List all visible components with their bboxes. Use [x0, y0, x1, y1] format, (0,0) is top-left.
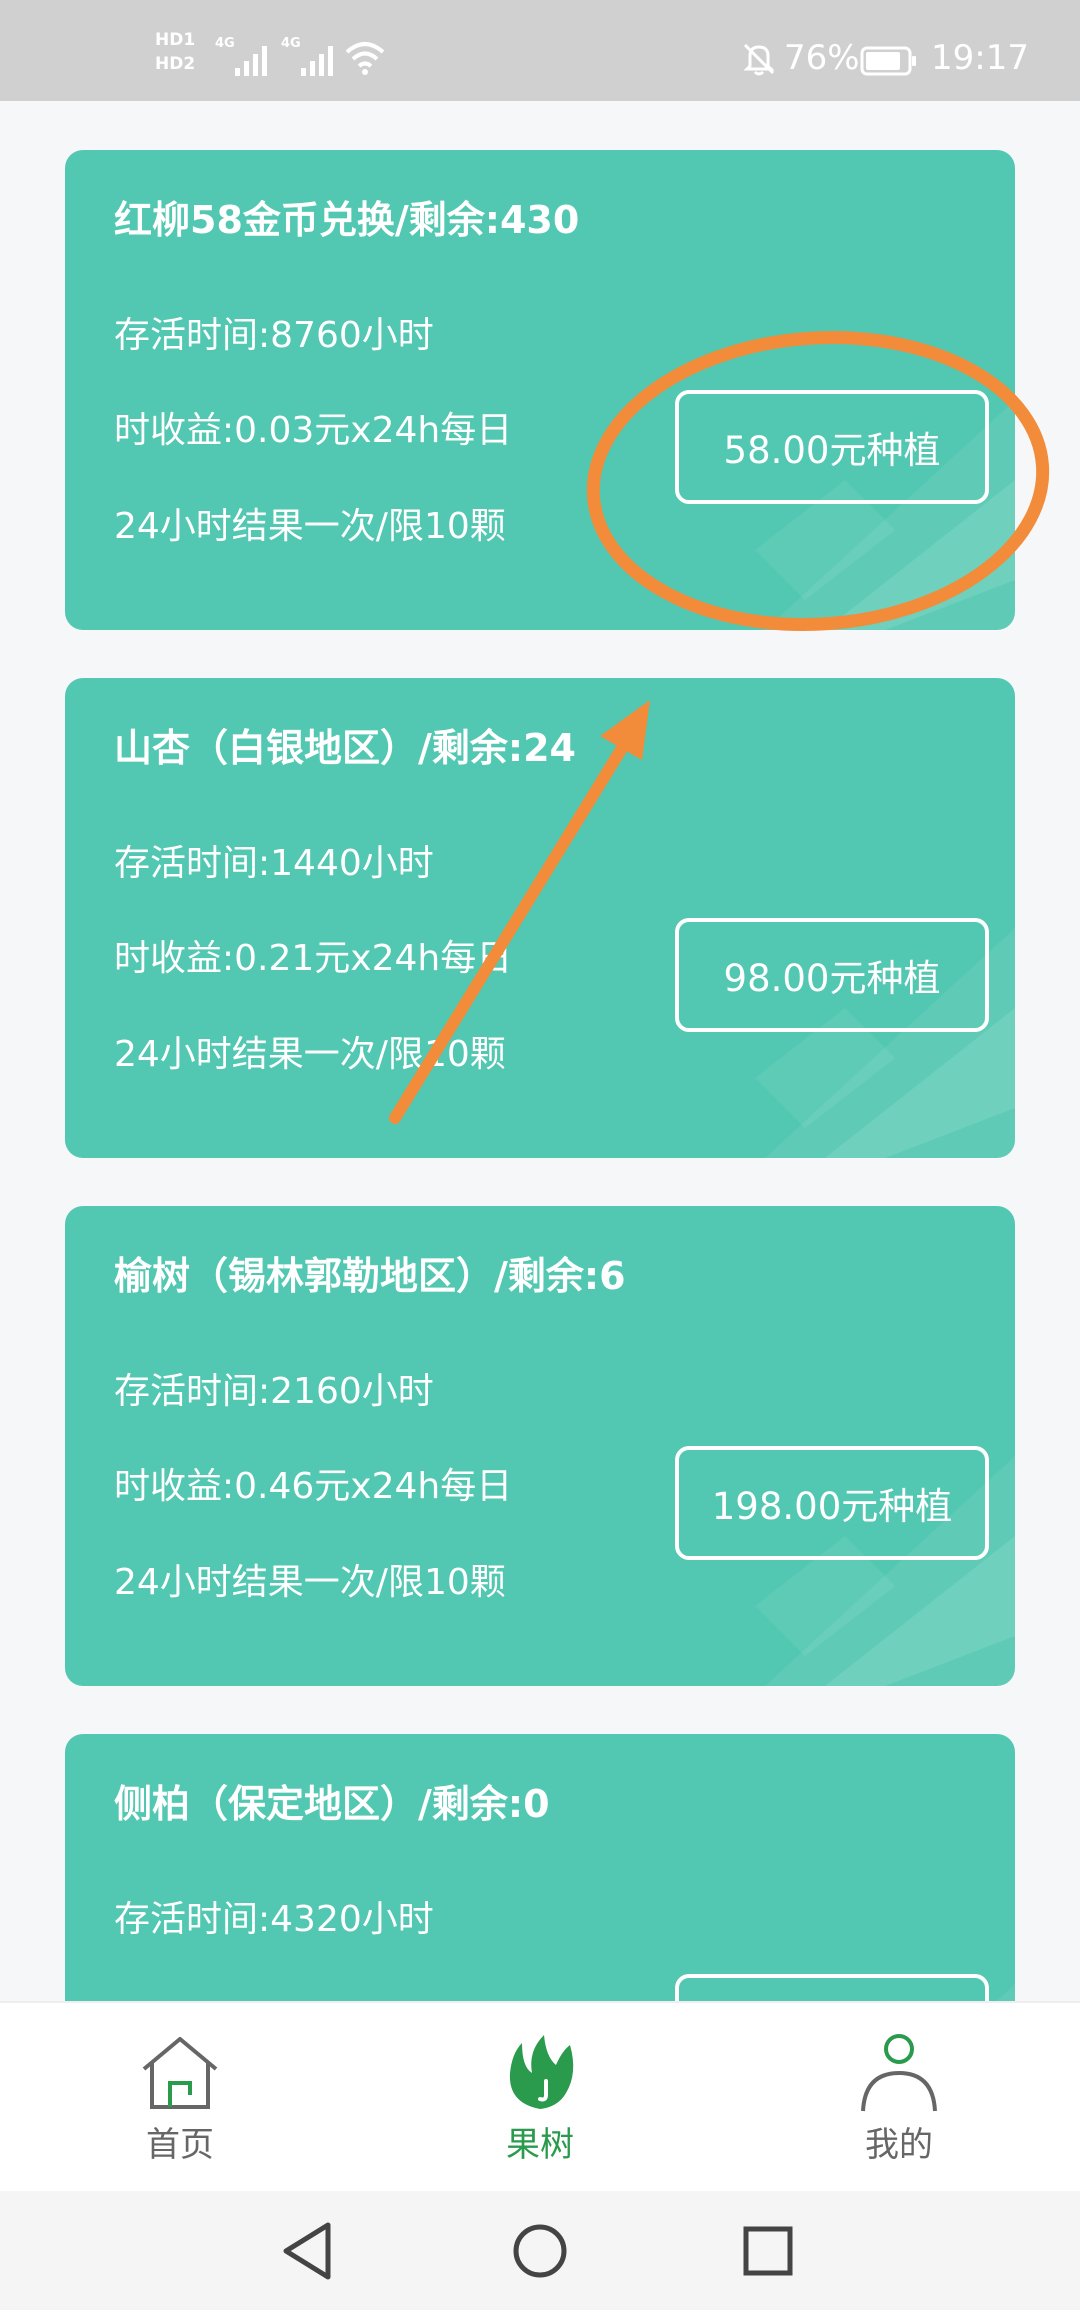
- tree-card: 山杏（白银地区）/剩余:24 存活时间:1440小时 时收益:0.21元x24h…: [65, 678, 1015, 1158]
- battery-percent: 76%: [784, 38, 860, 78]
- card-title: 红柳58金币兑换/剩余:430: [114, 198, 580, 242]
- mute-bell-icon: [743, 43, 775, 76]
- survival-time: 存活时间:8760小时: [114, 315, 434, 356]
- card-title: 侧柏（保定地区）/剩余:0: [114, 1782, 550, 1826]
- hourly-income: 时收益:0.03元x24h每日: [114, 410, 513, 451]
- nav-label-fruit-trees: 果树: [506, 2125, 574, 2165]
- card-title: 榆树（锡林郭勒地区）/剩余:6: [114, 1254, 626, 1298]
- nav-item-mine[interactable]: 我的: [799, 2003, 999, 2193]
- clock: 19:17: [931, 38, 1029, 78]
- fruit-info: 24小时结果一次/限10颗: [114, 506, 506, 547]
- sim1-label: HD1: [155, 30, 196, 50]
- card-decoration: [996, 1984, 1015, 2001]
- network-type-2: 4G: [281, 36, 301, 51]
- sim-indicators: HD1 HD2: [155, 28, 195, 76]
- card-title: 山杏（白银地区）/剩余:24: [114, 726, 576, 770]
- tree-card: 榆树（锡林郭勒地区）/剩余:6 存活时间:2160小时 时收益:0.46元x24…: [65, 1206, 1015, 1686]
- home-icon: [142, 2037, 218, 2109]
- tree-list[interactable]: 红柳58金币兑换/剩余:430 存活时间:8760小时 时收益:0.03元x24…: [0, 101, 1080, 2001]
- nav-item-fruit-trees[interactable]: 果树: [440, 2003, 640, 2193]
- fruit-info: 24小时结果一次/限10颗: [114, 1562, 506, 1603]
- recents-square-icon[interactable]: [728, 2211, 808, 2291]
- leaf-icon: [509, 2035, 574, 2109]
- tree-card: 侧柏（保定地区）/剩余:0 存活时间:4320小时: [65, 1734, 1015, 2001]
- plant-button[interactable]: 198.00元种植: [675, 1446, 989, 1560]
- survival-time: 存活时间:2160小时: [114, 1371, 434, 1412]
- nav-label-home: 首页: [146, 2125, 214, 2165]
- hourly-income: 时收益:0.21元x24h每日: [114, 938, 513, 979]
- system-nav-bar: [0, 2191, 1080, 2310]
- status-bar: HD1 HD2 4G 4G 76% 19:17: [0, 0, 1080, 101]
- nav-label-mine: 我的: [865, 2125, 933, 2165]
- fruit-info: 24小时结果一次/限10颗: [114, 1034, 506, 1075]
- survival-time: 存活时间:1440小时: [114, 843, 434, 884]
- tree-card: 红柳58金币兑换/剩余:430 存活时间:8760小时 时收益:0.03元x24…: [65, 150, 1015, 630]
- nav-item-home[interactable]: 首页: [80, 2003, 280, 2193]
- plant-button[interactable]: 58.00元种植: [675, 390, 989, 504]
- wifi-icon: [345, 42, 385, 75]
- network-type-1: 4G: [215, 36, 235, 51]
- sim2-label: HD2: [155, 54, 196, 74]
- bottom-nav: 首页 果树 我的: [0, 2001, 1080, 2191]
- plant-button[interactable]: [675, 1974, 989, 2001]
- person-icon: [861, 2034, 937, 2112]
- back-triangle-icon[interactable]: [268, 2211, 348, 2291]
- hourly-income: 时收益:0.46元x24h每日: [114, 1466, 513, 1507]
- plant-button[interactable]: 98.00元种植: [675, 918, 989, 1032]
- survival-time: 存活时间:4320小时: [114, 1899, 434, 1940]
- home-circle-icon[interactable]: [500, 2211, 580, 2291]
- battery-icon: [860, 46, 916, 76]
